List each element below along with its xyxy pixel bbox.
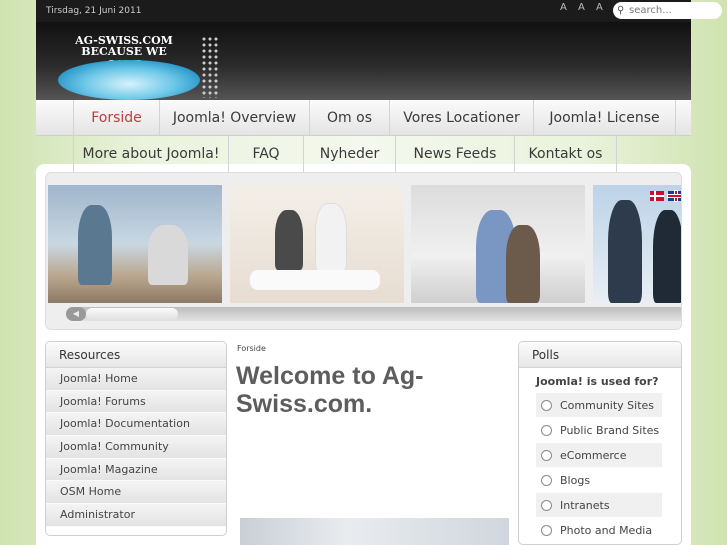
chevron-left-icon[interactable]: ◀ [66,307,86,321]
image-slider[interactable]: ◀ [45,172,682,330]
resource-link-joomla-forums[interactable]: Joomla! Forums [46,390,226,414]
slide-image-runners[interactable] [48,185,222,303]
language-switcher [650,191,681,201]
logo-dot-pattern [201,36,219,98]
polls-module: Polls Joomla! is used for? Community Sit… [518,341,682,545]
poll-option[interactable]: Community Sites [536,392,662,417]
nav-item-news-feeds[interactable]: News Feeds [395,136,514,172]
resources-title: Resources [46,342,226,368]
radio-button[interactable] [541,400,552,411]
poll-option-label: Photo and Media [560,524,653,537]
resource-link-osm-home[interactable]: OSM Home [46,481,226,505]
search-icon: ⚲ [617,5,625,16]
nav-item-joomla-overview[interactable]: Joomla! Overview [159,100,309,136]
logo-lens-graphic [58,60,200,100]
search-input[interactable]: ⚲ search... [613,2,722,19]
figure-shape [148,225,188,285]
polls-title: Polls [519,342,681,368]
resource-link-joomla-community[interactable]: Joomla! Community [46,436,226,459]
nav-item-nyheder[interactable]: Nyheder [303,136,395,172]
site-logo[interactable]: AG-SWISS.COM BECAUSE WE CARE [56,34,219,100]
figure-shape [653,210,681,303]
poll-option-label: Community Sites [560,399,655,412]
font-size-controls[interactable]: A A A [560,2,607,13]
poll-question: Joomla! is used for? [536,375,659,388]
slide-image-businessmen[interactable] [593,185,681,303]
current-date: Tirsdag, 21 Juni 2011 [46,6,142,16]
radio-button[interactable] [541,475,552,486]
slider-scrollbar[interactable]: ◀ [66,307,681,321]
radio-button[interactable] [541,450,552,461]
figure-shape [275,210,303,270]
search-placeholder: search... [629,5,672,16]
slide-image-couple-carpet[interactable] [230,185,404,303]
carpet-shape [250,270,380,290]
poll-option[interactable]: eCommerce [536,442,662,467]
nav-row-2: More about Joomla! FAQ Nyheder News Feed… [36,136,691,172]
content-image [240,518,509,545]
radio-button[interactable] [541,525,552,536]
nav-item-kontakt-os[interactable]: Kontakt os [514,136,617,172]
figure-shape [506,225,540,303]
resources-module: Resources Joomla! Home Joomla! Forums Jo… [45,341,227,536]
nav-item-forside[interactable]: Forside [73,100,159,136]
poll-option-label: Blogs [560,474,591,487]
poll-option[interactable]: Intranets [536,492,662,517]
nav-item-vores-locationer[interactable]: Vores Locationer [389,100,533,136]
top-bar: Tirsdag, 21 Juni 2011 A A A ⚲ search... [36,0,722,22]
poll-option-label: Public Brand Sites [560,424,660,437]
resource-link-joomla-magazine[interactable]: Joomla! Magazine [46,458,226,482]
nav-row-1: Forside Joomla! Overview Om os Vores Loc… [36,100,691,136]
site-header: AG-SWISS.COM BECAUSE WE CARE [36,22,691,100]
poll-option[interactable]: Photo and Media [536,517,662,542]
slider-scroll-thumb[interactable] [86,308,178,320]
breadcrumb: Forside [237,344,266,353]
poll-options: Community Sites Public Brand Sites eComm… [519,392,681,542]
figure-shape [315,203,347,271]
resource-link-administrator[interactable]: Administrator [46,504,226,527]
nav-item-faq[interactable]: FAQ [228,136,303,172]
radio-button[interactable] [541,425,552,436]
resource-link-joomla-home[interactable]: Joomla! Home [46,368,226,391]
danish-flag-icon[interactable] [650,191,664,201]
poll-option-label: eCommerce [560,449,627,462]
page-title: Welcome to Ag-Swiss.com. [236,362,424,418]
nav-item-more-about-joomla[interactable]: More about Joomla! [73,136,228,172]
resource-link-joomla-documentation[interactable]: Joomla! Documentation [46,413,226,437]
poll-option[interactable]: Public Brand Sites [536,417,662,442]
main-navigation: Forside Joomla! Overview Om os Vores Loc… [36,100,691,172]
radio-button[interactable] [541,500,552,511]
slide-image-couple[interactable] [411,185,585,303]
nav-item-om-os[interactable]: Om os [309,100,389,136]
poll-option[interactable]: Blogs [536,467,662,492]
uk-flag-icon[interactable] [668,191,681,201]
nav-item-joomla-license[interactable]: Joomla! License [533,100,676,136]
figure-shape [78,205,112,285]
figure-shape [608,200,642,303]
poll-option-label: Intranets [560,499,610,512]
